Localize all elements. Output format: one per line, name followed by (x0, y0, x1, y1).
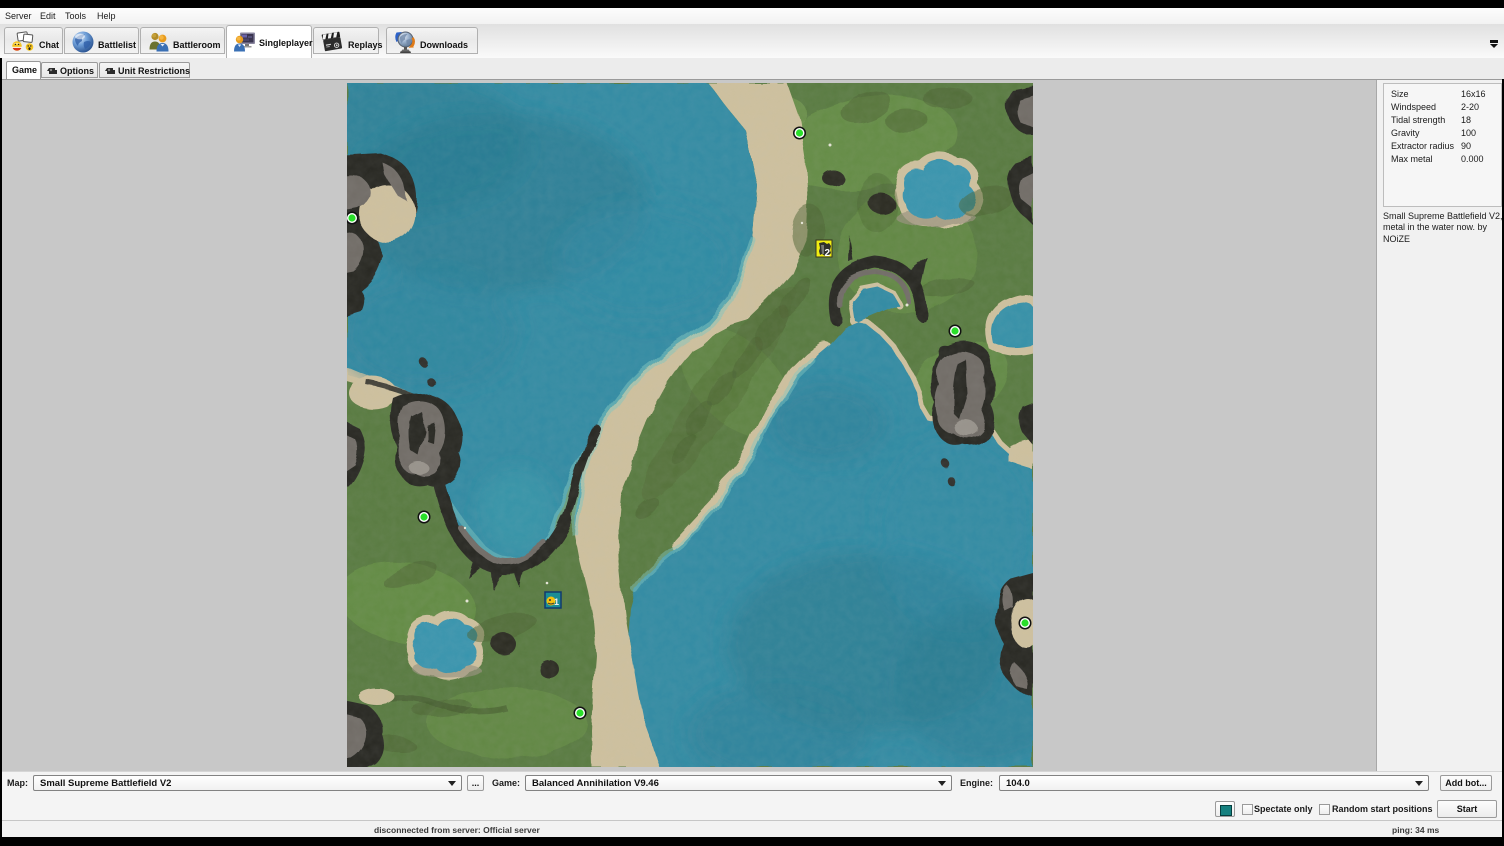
svg-text:2: 2 (825, 248, 831, 259)
svg-text:1: 1 (554, 597, 559, 607)
